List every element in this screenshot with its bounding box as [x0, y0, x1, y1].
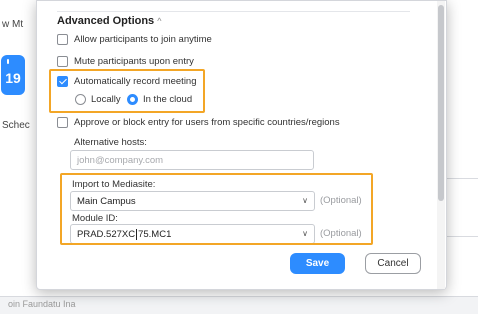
- background-divider: [446, 178, 478, 179]
- module-id-label: Module ID:: [72, 213, 118, 224]
- option-join-anytime[interactable]: Allow participants to join anytime: [57, 34, 212, 45]
- auto-record-label: Automatically record meeting: [74, 76, 197, 87]
- calendar-icon[interactable]: 19: [1, 55, 25, 95]
- scrollbar-thumb[interactable]: [438, 5, 444, 201]
- mute-entry-checkbox[interactable]: [57, 56, 68, 67]
- schedule-meeting-dialog: Advanced Options ^ Allow participants to …: [36, 0, 447, 290]
- record-cloud-label: In the cloud: [143, 94, 193, 105]
- chevron-down-icon: ∨: [302, 229, 308, 238]
- caret-up-icon: ^: [157, 16, 162, 26]
- module-id-value-b: 75.MC1: [138, 228, 172, 240]
- record-cloud-option[interactable]: In the cloud: [127, 94, 192, 105]
- module-id-select[interactable]: PRAD.527XC 75.MC1 ∨: [70, 224, 315, 244]
- chevron-down-icon: ∨: [302, 196, 308, 205]
- background-footer-text: oin Faundatu Ina: [8, 299, 76, 309]
- record-cloud-radio[interactable]: [127, 94, 138, 105]
- join-anytime-label: Allow participants to join anytime: [74, 34, 212, 45]
- background-divider: [446, 236, 478, 237]
- approve-block-checkbox[interactable]: [57, 117, 68, 128]
- import-mediasite-value: Main Campus: [77, 195, 136, 207]
- cancel-button[interactable]: Cancel: [365, 253, 421, 274]
- record-locally-label: Locally: [91, 94, 121, 105]
- schedule-label[interactable]: Schec: [2, 120, 30, 131]
- advanced-options-toggle[interactable]: Advanced Options ^: [57, 15, 161, 27]
- import-optional-hint: (Optional): [320, 195, 362, 206]
- option-mute-entry[interactable]: Mute participants upon entry: [57, 56, 194, 67]
- advanced-options-title: Advanced Options: [57, 15, 155, 27]
- mute-entry-label: Mute participants upon entry: [74, 56, 194, 67]
- record-locally-option[interactable]: Locally: [75, 94, 121, 105]
- text-cursor: [136, 228, 138, 240]
- save-button[interactable]: Save: [290, 253, 345, 274]
- option-auto-record[interactable]: Automatically record meeting: [57, 76, 197, 87]
- module-optional-hint: (Optional): [320, 228, 362, 239]
- top-divider: [57, 11, 410, 12]
- approve-block-label: Approve or block entry for users from sp…: [74, 117, 340, 128]
- alternative-hosts-label: Alternative hosts:: [74, 137, 147, 148]
- import-mediasite-select[interactable]: Main Campus ∨: [70, 191, 315, 211]
- auto-record-checkbox[interactable]: [57, 76, 68, 87]
- record-locally-radio[interactable]: [75, 94, 86, 105]
- background-title: w Mt: [2, 19, 24, 30]
- alternative-hosts-input[interactable]: john@company.com: [70, 150, 314, 170]
- join-anytime-checkbox[interactable]: [57, 34, 68, 45]
- import-mediasite-label: Import to Mediasite:: [72, 179, 156, 190]
- module-id-value-a: PRAD.527XC: [77, 228, 136, 240]
- option-approve-block[interactable]: Approve or block entry for users from sp…: [57, 117, 340, 128]
